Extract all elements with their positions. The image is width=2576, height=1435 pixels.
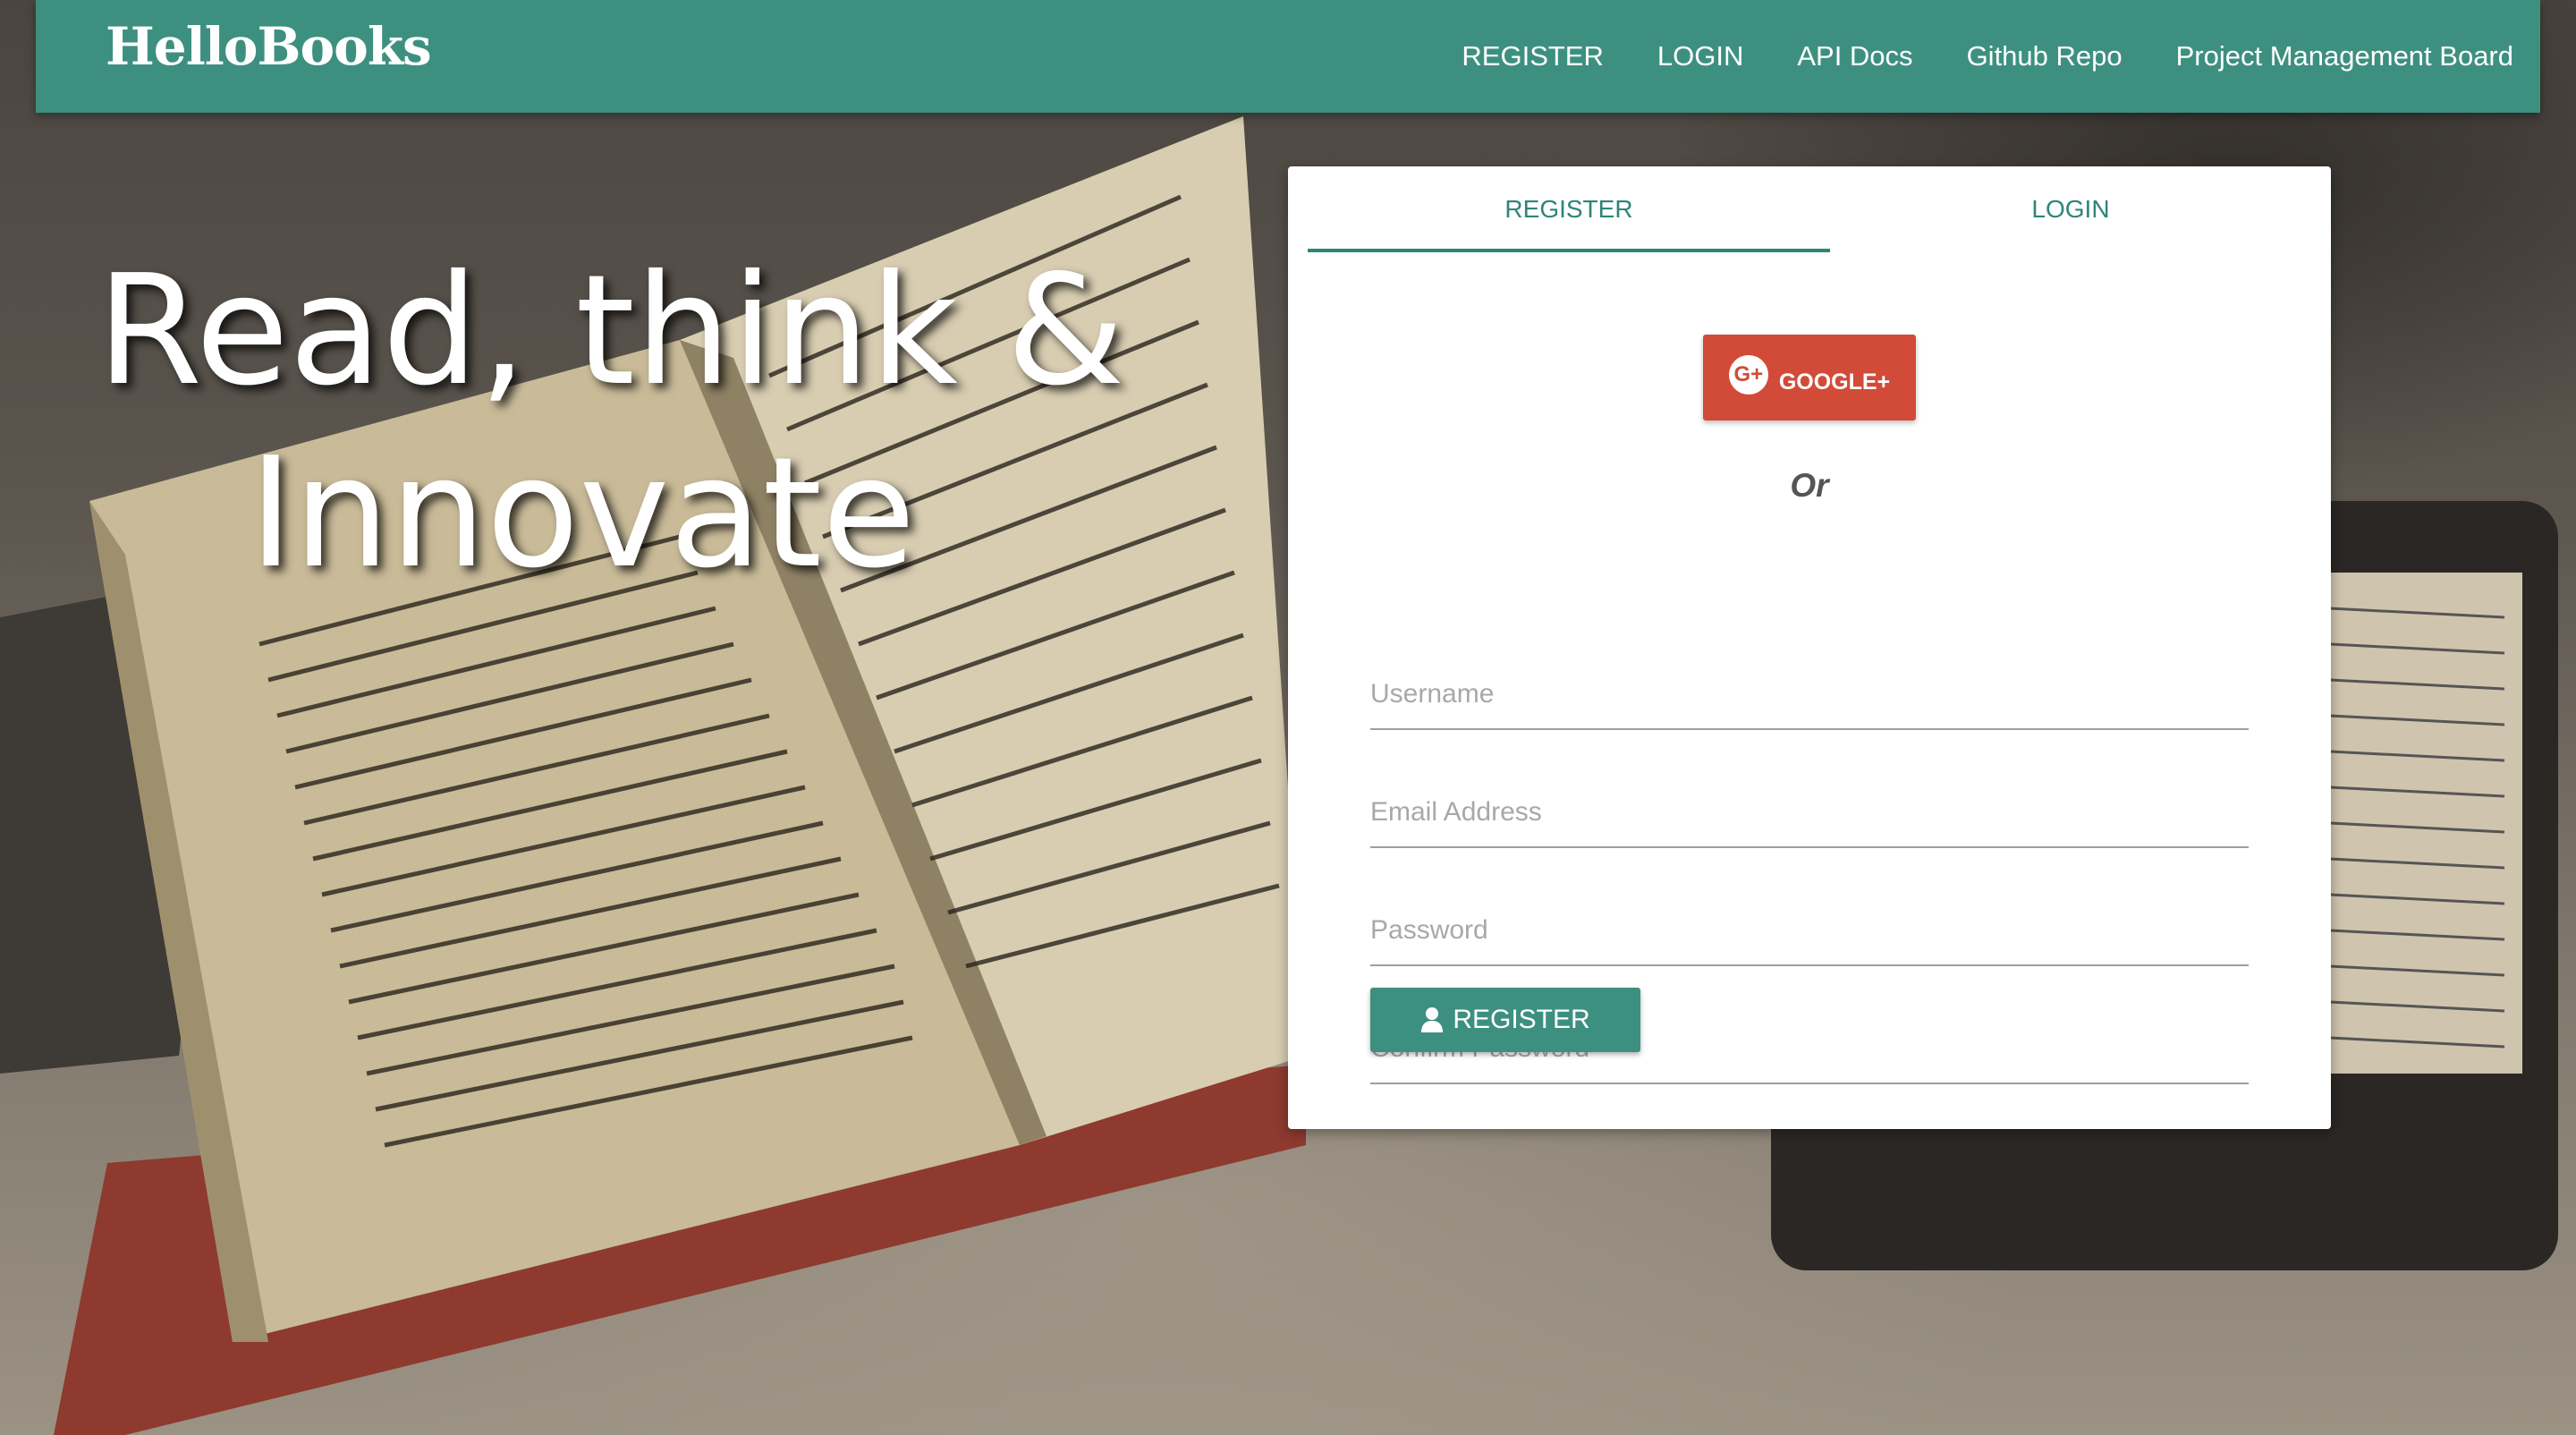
register-submit-button[interactable]: REGISTER xyxy=(1370,988,1640,1052)
user-icon xyxy=(1420,1006,1444,1033)
google-button-label: GOOGLE+ xyxy=(1778,369,1891,395)
google-plus-icon: G+ xyxy=(1728,355,1768,395)
nav-link-api-docs[interactable]: API Docs xyxy=(1797,40,1912,72)
navbar: HelloBooks REGISTER LOGIN API Docs Githu… xyxy=(36,0,2540,113)
auth-card: REGISTER LOGIN G+ GOOGLE+ Or REGISTER xyxy=(1288,166,2331,1129)
nav-links: REGISTER LOGIN API Docs Github Repo Proj… xyxy=(1408,0,2513,113)
register-button-label: REGISTER xyxy=(1453,1005,1590,1034)
hero-heading: Read, think & Innovate xyxy=(97,240,1125,605)
hero-line-1: Read, think & xyxy=(97,242,1125,420)
username-input[interactable] xyxy=(1370,660,2249,730)
google-signin-button[interactable]: G+ GOOGLE+ xyxy=(1703,335,1916,420)
tab-register[interactable]: REGISTER xyxy=(1308,166,1830,252)
auth-tabs: REGISTER LOGIN xyxy=(1308,166,2311,252)
nav-link-login[interactable]: LOGIN xyxy=(1657,40,1743,72)
nav-link-github-repo[interactable]: Github Repo xyxy=(1967,40,2123,72)
password-input[interactable] xyxy=(1370,896,2249,966)
email-input[interactable] xyxy=(1370,778,2249,848)
tab-login[interactable]: LOGIN xyxy=(1830,166,2311,252)
brand-logo[interactable]: HelloBooks xyxy=(106,16,432,77)
page: HelloBooks REGISTER LOGIN API Docs Githu… xyxy=(0,0,2576,1435)
or-divider: Or xyxy=(1790,467,1829,504)
nav-link-project-board[interactable]: Project Management Board xyxy=(2176,40,2513,72)
nav-link-register[interactable]: REGISTER xyxy=(1462,40,1603,72)
hero-line-2: Innovate xyxy=(249,425,916,602)
